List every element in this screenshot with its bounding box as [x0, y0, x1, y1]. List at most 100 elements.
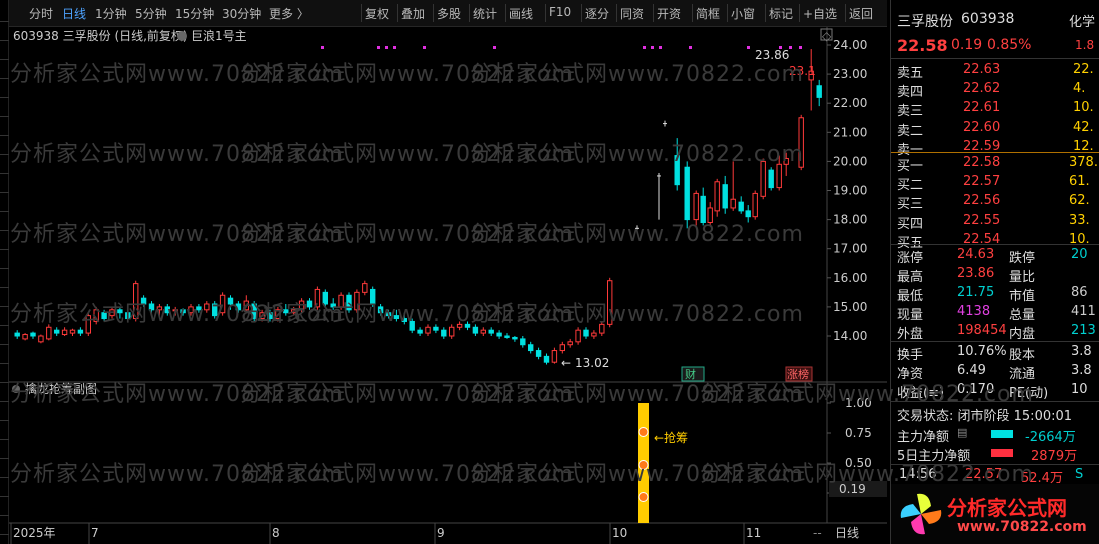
candle-body — [417, 329, 423, 334]
price-tick: 20.00 — [833, 154, 867, 168]
candle-body — [551, 350, 558, 363]
candle-body — [401, 318, 408, 322]
signal-dot — [643, 46, 646, 49]
qiangchou-label: ←抢筹 — [654, 430, 688, 445]
candle-body — [148, 303, 155, 311]
stock-code: 603938 — [961, 11, 1015, 27]
x-label: 11 — [746, 526, 761, 540]
candle-body — [125, 312, 131, 320]
expand-icon[interactable]: ◇ — [822, 29, 832, 43]
side-tab[interactable] — [0, 403, 9, 421]
tab-6[interactable]: 更多 〉 — [269, 5, 309, 22]
candle-body — [693, 192, 699, 221]
toolbar-action-10[interactable]: 小窗 — [731, 5, 755, 22]
toolbar-action-12[interactable]: +自选 — [803, 5, 837, 22]
settings-icon[interactable] — [177, 31, 187, 41]
logo-text: 分析家公式网 — [947, 496, 1067, 520]
side-tab[interactable] — [0, 42, 9, 60]
candle-body — [776, 163, 782, 189]
high-label: 23.86 — [755, 48, 789, 62]
sub-tick: 0.50 — [845, 456, 872, 470]
x-label: 9 — [437, 526, 445, 540]
side-tab[interactable] — [0, 99, 9, 117]
toolbar-action-9[interactable]: 简框 — [696, 5, 720, 22]
side-tab[interactable] — [0, 137, 9, 155]
toolbar-action-0[interactable]: 复权 — [365, 5, 389, 22]
candle-body — [346, 294, 352, 311]
signal-dot — [651, 46, 654, 49]
ask-row: 卖五 22.63 22. — [897, 62, 1094, 81]
side-tab[interactable] — [0, 308, 9, 326]
candle-body — [575, 329, 581, 343]
sector-name[interactable]: 化学 — [1069, 11, 1095, 30]
sub-title: 擒龙抢筹副图 — [25, 381, 97, 396]
signal-dot — [789, 46, 792, 49]
indicator-name[interactable]: 巨浪1号主 — [191, 28, 247, 43]
side-tab[interactable] — [0, 4, 9, 22]
main-net-value: -2664万 — [1025, 430, 1076, 445]
side-tab[interactable] — [0, 460, 9, 478]
side-tab[interactable] — [0, 517, 9, 535]
candle-body — [117, 309, 123, 314]
side-tab[interactable] — [0, 365, 9, 383]
toolbar-action-5[interactable]: F10 — [549, 5, 571, 19]
side-tab[interactable] — [0, 498, 9, 516]
sector-change: 1.8 — [1075, 38, 1095, 52]
toolbar-action-8[interactable]: 开资 — [657, 5, 681, 22]
tab-5[interactable]: 30分钟 — [222, 5, 261, 22]
candle-body — [456, 323, 463, 328]
candle-body — [599, 323, 605, 334]
candle-body — [204, 303, 210, 311]
side-tab[interactable] — [0, 251, 9, 269]
side-tab[interactable] — [0, 422, 9, 440]
site-logo: 分析家公式网 www.70822.com — [891, 484, 1099, 544]
side-tab[interactable] — [0, 80, 9, 98]
side-tab[interactable] — [0, 327, 9, 345]
table-icon[interactable]: ▤ — [957, 426, 967, 439]
toolbar-action-13[interactable]: 返回 — [849, 5, 873, 22]
tab-0[interactable]: 分时 — [29, 5, 53, 22]
candle-body — [196, 306, 202, 311]
signal-dot — [385, 46, 388, 49]
toolbar-action-2[interactable]: 多股 — [437, 5, 461, 22]
fin-row: 净资 6.49 流通 3.8 — [897, 363, 1092, 382]
scroll-icon[interactable]: -- — [813, 526, 822, 540]
side-tab[interactable] — [0, 479, 9, 497]
kline-chart[interactable]: 603938 三孚股份 (日线,前复权) 巨浪1号主 ◇24.00 23.00 22.0… — [9, 27, 887, 544]
side-tab[interactable] — [0, 441, 9, 459]
side-tab[interactable] — [0, 61, 9, 79]
toolbar-action-1[interactable]: 叠加 — [401, 5, 425, 22]
side-tab[interactable] — [0, 289, 9, 307]
candle-body — [768, 169, 774, 189]
toolbar-action-7[interactable]: 同资 — [620, 5, 644, 22]
side-tab[interactable] — [0, 346, 9, 364]
side-tab[interactable] — [0, 23, 9, 41]
tab-3[interactable]: 5分钟 — [135, 5, 167, 22]
toolbar-action-3[interactable]: 统计 — [473, 5, 497, 22]
candle-body — [377, 306, 384, 314]
side-tab[interactable] — [0, 194, 9, 212]
toolbar-action-4[interactable]: 画线 — [509, 5, 533, 22]
candle-body — [362, 283, 368, 293]
side-tab[interactable] — [0, 175, 9, 193]
tab-1[interactable]: 日线 — [62, 5, 86, 22]
left-side-strip[interactable] — [0, 0, 9, 544]
stats-row: 最低 21.75 市值 86 — [897, 285, 1088, 304]
candle-body — [61, 329, 68, 336]
side-tab[interactable] — [0, 213, 9, 231]
badge-zhangbang-text: 涨榜 — [787, 367, 809, 381]
side-tab[interactable] — [0, 232, 9, 250]
sub-settings-icon[interactable] — [12, 385, 20, 393]
side-tab[interactable] — [0, 384, 9, 402]
tab-2[interactable]: 1分钟 — [95, 5, 127, 22]
side-tab[interactable] — [0, 270, 9, 288]
side-tab[interactable] — [0, 156, 9, 174]
toolbar-action-11[interactable]: 标记 — [769, 5, 793, 22]
candle-body — [298, 300, 305, 311]
signal-dot — [423, 46, 426, 49]
price-tick: 23.00 — [833, 67, 867, 81]
tab-4[interactable]: 15分钟 — [175, 5, 214, 22]
toolbar-action-6[interactable]: 逐分 — [585, 5, 609, 22]
period-label[interactable]: 日线 — [835, 526, 859, 540]
side-tab[interactable] — [0, 118, 9, 136]
